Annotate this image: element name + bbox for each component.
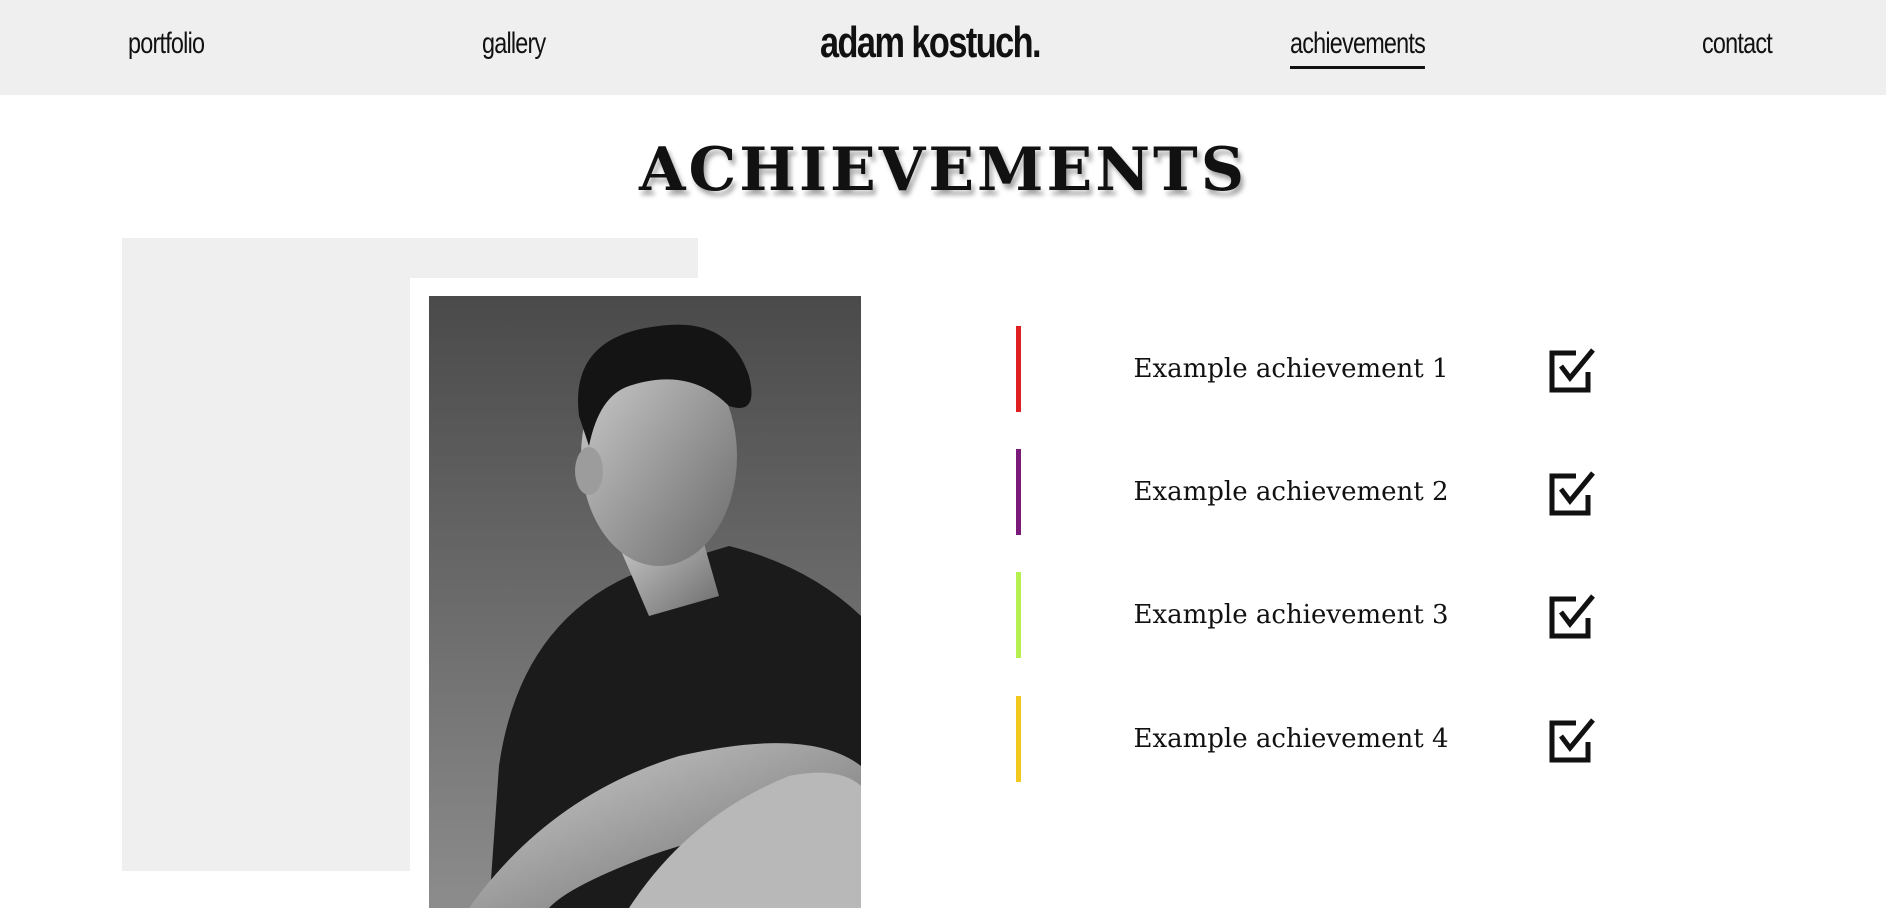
checkbox-checked-icon[interactable] — [1548, 346, 1598, 394]
achievement-color-bar — [1016, 572, 1021, 658]
portrait-illustration — [429, 296, 861, 908]
nav-link-gallery[interactable]: gallery — [482, 22, 546, 66]
achievement-item: Example achievement 2 — [1016, 449, 1616, 535]
nav-link-portfolio[interactable]: portfolio — [128, 22, 205, 66]
top-navigation: portfolio gallery adam kostuch. achievem… — [0, 0, 1886, 95]
achievement-item: Example achievement 3 — [1016, 572, 1616, 658]
nav-link-achievements[interactable]: achievements — [1290, 22, 1426, 69]
decorative-block — [122, 238, 410, 871]
achievement-color-bar — [1016, 449, 1021, 535]
achievement-label: Example achievement 1 — [1133, 354, 1449, 384]
portrait-photo — [429, 296, 861, 908]
checkbox-checked-icon[interactable] — [1548, 716, 1598, 764]
achievement-label: Example achievement 4 — [1133, 724, 1449, 754]
achievement-label: Example achievement 2 — [1133, 477, 1449, 507]
achievement-item: Example achievement 1 — [1016, 326, 1616, 412]
checkbox-checked-icon[interactable] — [1548, 469, 1598, 517]
site-logo[interactable]: adam kostuch. — [820, 18, 1042, 68]
nav-link-contact[interactable]: contact — [1702, 22, 1773, 66]
checkbox-checked-icon[interactable] — [1548, 592, 1598, 640]
achievement-label: Example achievement 3 — [1133, 600, 1449, 630]
achievement-color-bar — [1016, 696, 1021, 782]
achievement-item: Example achievement 4 — [1016, 696, 1616, 782]
page-title: ACHIEVEMENTS — [638, 135, 1248, 205]
achievement-color-bar — [1016, 326, 1021, 412]
